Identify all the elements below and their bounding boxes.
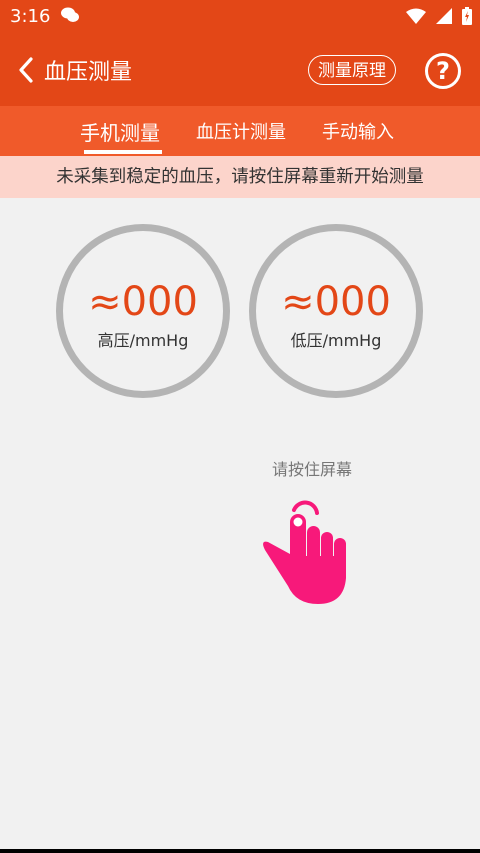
tab-bar: 手机测量 血压计测量 手动输入 [0,106,480,156]
touch-hand-icon[interactable] [262,496,358,608]
wifi-icon [406,8,426,24]
low-pressure-label: 低压/mmHg [290,331,382,350]
tab-bp-monitor-measure[interactable]: 血压计测量 [196,118,286,144]
tab-manual-input[interactable]: 手动输入 [322,118,394,144]
status-bar: 3:16 [0,0,480,34]
app-bar: 血压测量 测量原理 ? [0,34,480,106]
battery-icon [462,7,472,25]
back-arrow-icon[interactable] [16,56,36,84]
tab-active-indicator [84,150,162,154]
page-title: 血压测量 [44,60,133,85]
bottom-edge [0,849,480,853]
high-pressure-label: 高压/mmHg [97,331,189,350]
press-screen-hint: 请按住屏幕 [271,460,352,479]
signal-icon [436,8,452,24]
system-icons [406,6,472,26]
low-pressure-value: ≈000 [281,279,391,325]
low-pressure-gauge: ≈000 低压/mmHg [249,224,423,398]
high-pressure-value: ≈000 [88,279,198,325]
tab-phone-measure[interactable]: 手机测量 [80,117,160,146]
measure-principle-button[interactable]: 测量原理 [308,55,396,85]
high-pressure-gauge: ≈000 高压/mmHg [56,224,230,398]
help-icon[interactable]: ? [425,53,461,89]
status-time: 3:16 [10,6,51,27]
wechat-notif-icon [61,7,79,22]
notice-banner: 未采集到稳定的血压，请按住屏幕重新开始测量 [0,156,480,198]
